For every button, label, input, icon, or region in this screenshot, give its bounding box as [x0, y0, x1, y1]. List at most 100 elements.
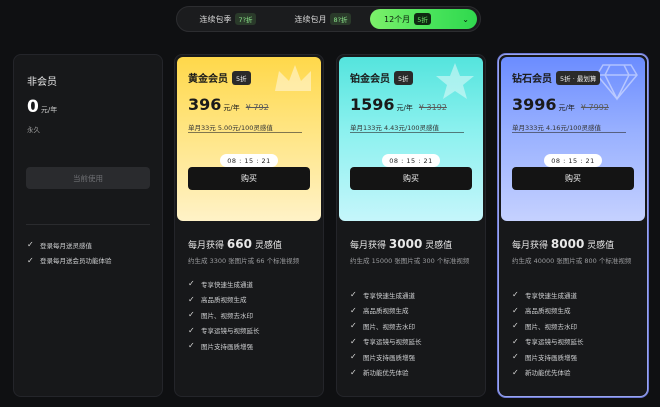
original-price: ¥ 792	[245, 103, 269, 112]
tab-label: 连续包月	[294, 14, 327, 24]
feature-label: 图片、视频去水印	[363, 322, 415, 331]
list-item: ✓ 高品质视频生成	[188, 292, 260, 308]
monthly-price: 单月333元 4.16元/100灵感值	[512, 124, 602, 132]
tab-content: 12个月 5折	[384, 13, 431, 25]
check-icon: ✓	[512, 336, 519, 346]
tab-monthly[interactable]: 连续包月 8?折	[275, 9, 370, 29]
feature-list: ✓ 专享快速生成通道 ✓ 高品质视频生成 ✓ 图片、视频去水印 ✓ 专享运镜与视频延长 …	[512, 287, 584, 380]
feature-label: 图片支持画质增强	[363, 353, 415, 362]
list-item: ✓ 图片支持画质增强	[188, 338, 260, 354]
plan-price: 3996 元/年 ¥ 7992	[512, 95, 609, 114]
monthly-price: 单月133元 4.43元/100灵感值	[350, 124, 440, 132]
feature-label: 新功能优先体验	[363, 369, 409, 378]
divider	[26, 224, 150, 225]
check-icon: ✓	[350, 367, 357, 377]
check-icon: ✓	[188, 310, 195, 320]
check-icon: ✓	[350, 336, 357, 346]
list-item: ✓ 新功能优先体验	[512, 365, 584, 381]
check-icon: ✓	[27, 240, 34, 250]
list-item: ✓ 专享快速生成通道	[188, 276, 260, 292]
plan-price: 1596 元/年 ¥ 3192	[350, 95, 447, 114]
current-plan-button[interactable]: 当前使用	[26, 167, 150, 189]
buy-button[interactable]: 购买	[350, 167, 472, 190]
countdown-timer: 08 : 15 : 21	[220, 154, 278, 167]
feature-label: 图片、视频去水印	[525, 322, 577, 331]
list-item: ✓ 高品质视频生成	[350, 303, 422, 319]
check-icon: ✓	[188, 294, 195, 304]
quota-prefix: 每月获得	[512, 241, 549, 251]
discount-badge: 7?折	[235, 13, 256, 25]
price-value: 3996	[512, 95, 557, 114]
discount-badge: 5折	[414, 13, 431, 25]
feature-list: ✓ 登录每月送灵感值 ✓ 登录每月送会员功能体验	[27, 237, 112, 268]
price-unit: 元/年	[223, 104, 240, 112]
list-item: ✓ 专享快速生成通道	[512, 287, 584, 303]
price-unit: 元/年	[40, 106, 58, 114]
feature-list: ✓ 专享快速生成通道 ✓ 高品质视频生成 ✓ 图片、视频去水印 ✓ 专享运镜与视频延长 …	[350, 287, 422, 380]
plan-name-row: 黄金会员 5折	[188, 70, 251, 85]
feature-label: 高品质视频生成	[525, 307, 571, 316]
quota-value: 660	[226, 237, 252, 251]
check-icon: ✓	[512, 367, 519, 377]
tab-quarterly[interactable]: 连续包季 7?折	[180, 9, 275, 29]
feature-label: 专享快速生成通道	[201, 280, 253, 289]
monthly-quota: 每月获得 8000 灵感值	[512, 237, 614, 251]
quota-description: 约生成 40000 张图片或 800 个标准视频	[512, 257, 632, 265]
check-icon: ✓	[512, 290, 519, 300]
list-item: ✓ 登录每月送灵感值	[27, 237, 112, 253]
check-icon: ✓	[512, 321, 519, 331]
tab-12-months[interactable]: 12个月 5折 ⌄	[370, 9, 477, 29]
plan-name: 非会员	[27, 77, 57, 88]
price-unit: 元/年	[396, 104, 413, 112]
check-icon: ✓	[350, 305, 357, 315]
feature-label: 图片支持画质增强	[525, 353, 577, 362]
plan-price: 0 元/年	[27, 97, 57, 117]
feature-label: 图片、视频去水印	[201, 311, 253, 320]
plan-period: 永久	[27, 126, 40, 134]
monthly-price: 单月33元 5.00元/100灵感值	[188, 124, 273, 132]
quota-value: 3000	[388, 237, 423, 251]
plan-header: 铂金会员 5折 1596 元/年 ¥ 3192 单月133元 4.43元/100…	[339, 57, 483, 221]
price-value: 396	[188, 95, 222, 114]
countdown-timer: 08 : 15 : 21	[382, 154, 440, 167]
tab-label: 连续包季	[199, 14, 232, 24]
quota-prefix: 每月获得	[350, 241, 387, 251]
buy-button[interactable]: 购买	[512, 167, 634, 190]
list-item: ✓ 高品质视频生成	[512, 303, 584, 319]
feature-label: 高品质视频生成	[363, 307, 409, 316]
buy-button[interactable]: 购买	[188, 167, 310, 190]
discount-tag: 5折	[394, 70, 413, 85]
billing-period-tabs: 连续包季 7?折 连续包月 8?折 12个月 5折 ⌄	[176, 6, 481, 32]
plan-header: 钻石会员 5折 · 最划算 3996 元/年 ¥ 7992 单月333元 4.1…	[501, 57, 645, 221]
feature-list: ✓ 专享快速生成通道 ✓ 高品质视频生成 ✓ 图片、视频去水印 ✓ 专享运镜与视频延长 …	[188, 276, 260, 354]
monthly-quota: 每月获得 660 灵感值	[188, 237, 282, 251]
price-unit: 元/年	[558, 104, 575, 112]
price-value: 0	[27, 97, 39, 117]
original-price: ¥ 7992	[580, 103, 609, 112]
feature-label: 登录每月送灵感值	[40, 241, 92, 250]
plan-name-row: 铂金会员 5折	[350, 70, 413, 85]
crown-icon	[275, 65, 311, 91]
check-icon: ✓	[350, 352, 357, 362]
discount-tag: 5折	[232, 70, 251, 85]
plan-name: 铂金会员	[350, 74, 390, 85]
list-item: ✓ 专享运镜与视频延长	[188, 323, 260, 339]
feature-label: 专享快速生成通道	[525, 291, 577, 300]
divider	[350, 132, 464, 133]
list-item: ✓ 图片、视频去水印	[350, 318, 422, 334]
discount-tag: 5折 · 最划算	[556, 70, 601, 85]
list-item: ✓ 图片支持画质增强	[350, 349, 422, 365]
list-item: ✓ 登录每月送会员功能体验	[27, 253, 112, 269]
list-item: ✓ 图片、视频去水印	[512, 318, 584, 334]
free-plan-card: 非会员 0 元/年 永久 当前使用 ✓ 登录每月送灵感值 ✓ 登录每月送会员功能体验	[13, 54, 163, 397]
list-item: ✓ 专享运镜与视频延长	[512, 334, 584, 350]
original-price: ¥ 3192	[418, 103, 447, 112]
list-item: ✓ 新功能优先体验	[350, 365, 422, 381]
check-icon: ✓	[27, 255, 34, 265]
discount-badge: 8?折	[330, 13, 351, 25]
feature-label: 新功能优先体验	[525, 369, 571, 378]
feature-label: 专享快速生成通道	[363, 291, 415, 300]
check-icon: ✓	[188, 279, 195, 289]
feature-label: 高品质视频生成	[201, 296, 247, 305]
feature-label: 专享运镜与视频延长	[525, 338, 584, 347]
